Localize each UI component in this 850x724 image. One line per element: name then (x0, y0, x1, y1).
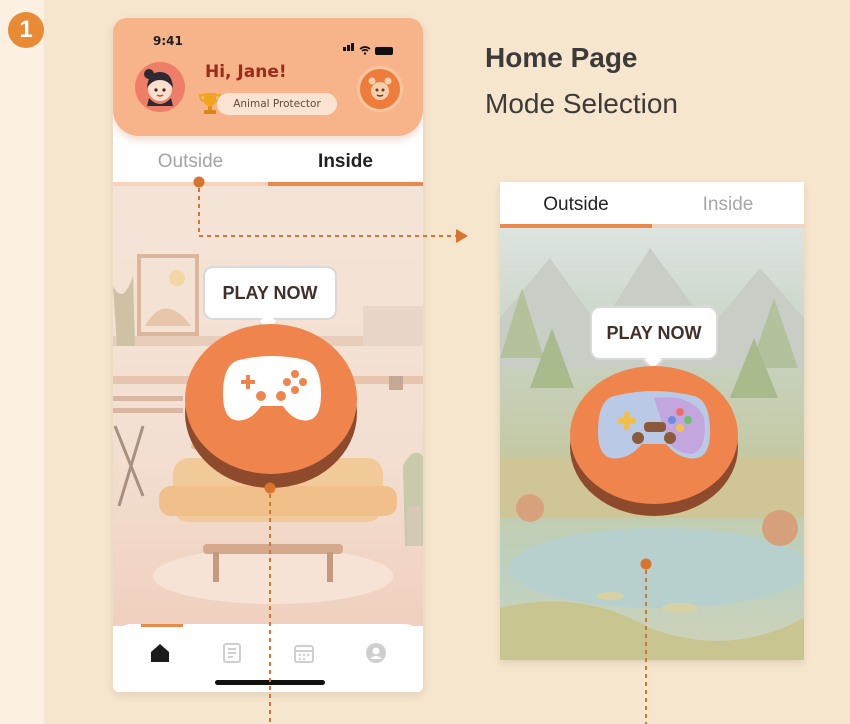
user-title-badge: Animal Protector (217, 93, 337, 115)
battery-icon (375, 47, 393, 55)
outside-mode-preview: Outside Inside PLAY NOW (500, 182, 804, 660)
paw-mascot-icon (368, 77, 392, 100)
signal-icon (343, 36, 355, 55)
play-now-label[interactable]: PLAY NOW (203, 266, 337, 320)
profile-icon[interactable] (365, 642, 387, 664)
girl-avatar-icon (144, 69, 173, 106)
arrow-head-icon (456, 229, 468, 243)
preview-tab-inside[interactable]: Inside (652, 194, 804, 216)
step-number-badge: 1 (8, 12, 44, 48)
journal-icon[interactable] (221, 642, 243, 664)
tab-inside[interactable]: Inside (268, 151, 423, 173)
home-icon[interactable] (149, 642, 171, 664)
colorful-gamepad-icon (598, 391, 710, 459)
calendar-icon[interactable] (293, 642, 315, 664)
gamepad-icon (223, 356, 321, 421)
section-title: Home Page (485, 42, 638, 73)
wifi-icon (359, 46, 371, 55)
left-margin-strip (0, 0, 44, 724)
status-time: 9:41 (153, 34, 183, 48)
phone-screen: 9:41 Hi, Jane! Animal Protector Outside … (113, 18, 423, 692)
greeting-text: Hi, Jane! (205, 62, 287, 82)
tab-outside[interactable]: Outside (113, 151, 268, 173)
preview-tab-outside[interactable]: Outside (500, 194, 652, 216)
preview-mode-tabs: Outside Inside (500, 182, 804, 226)
nav-active-indicator (141, 624, 183, 627)
pet-mascot-button[interactable] (357, 66, 403, 112)
status-icons (343, 36, 393, 55)
section-subtitle: Mode Selection (485, 88, 679, 119)
avatar[interactable] (135, 62, 185, 112)
home-indicator-bar (215, 680, 325, 685)
